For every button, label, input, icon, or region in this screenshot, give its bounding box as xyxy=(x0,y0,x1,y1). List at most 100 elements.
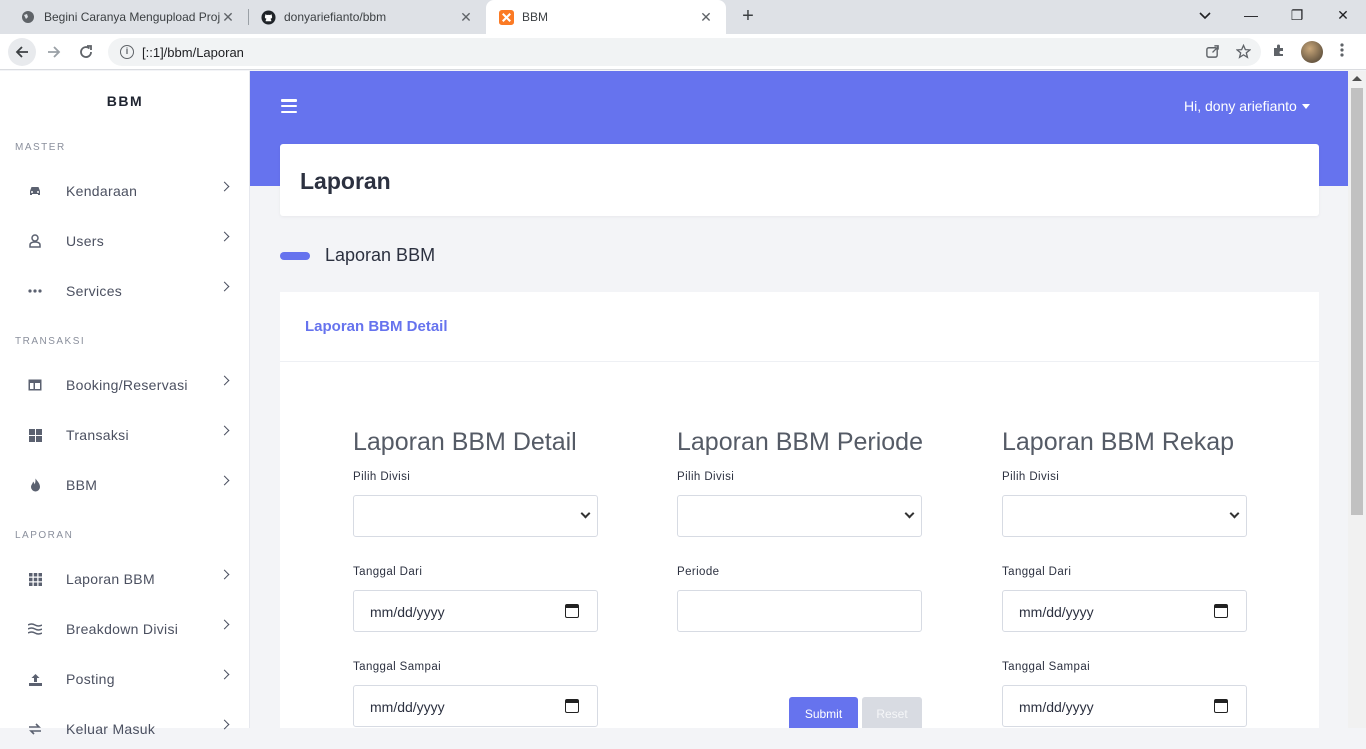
user-icon xyxy=(27,233,43,249)
tanggal-sampai-input[interactable]: mm/dd/yyyy xyxy=(353,685,598,727)
table-icon xyxy=(27,377,43,393)
divisi-label: Pilih Divisi xyxy=(353,471,411,483)
extensions-icon[interactable] xyxy=(1271,42,1287,62)
sidebar-item-label: Booking/Reservasi xyxy=(66,377,188,393)
sidebar: BBM MASTER Kendaraan Users Services TRAN… xyxy=(0,71,250,737)
close-window-button[interactable]: ✕ xyxy=(1320,0,1366,30)
form-title: Laporan BBM Detail xyxy=(353,428,577,456)
calendar-icon[interactable] xyxy=(565,699,579,713)
sidebar-item-breakdown-divisi[interactable]: Breakdown Divisi xyxy=(0,609,250,649)
periode-input[interactable] xyxy=(677,590,922,632)
dots-icon xyxy=(27,283,43,299)
sidebar-item-bbm[interactable]: BBM xyxy=(0,465,250,505)
brand-logo[interactable]: BBM xyxy=(0,93,250,109)
caret-down-icon xyxy=(1301,103,1310,109)
sidebar-item-users[interactable]: Users xyxy=(0,221,250,261)
calendar-icon[interactable] xyxy=(565,604,579,618)
form-title: Laporan BBM Periode xyxy=(677,428,923,456)
restore-button[interactable]: ❐ xyxy=(1274,0,1320,30)
upload-icon xyxy=(27,671,43,687)
sidebar-item-booking[interactable]: Booking/Reservasi xyxy=(0,365,250,405)
browser-tab-bar: Begini Caranya Mengupload Proj ✕ donyari… xyxy=(0,0,1366,34)
sidebar-item-label: Laporan BBM xyxy=(66,571,155,587)
card-header: Laporan BBM Detail xyxy=(280,292,1319,362)
sidebar-item-label: Services xyxy=(66,283,123,299)
user-dropdown[interactable]: Hi, dony ariefianto xyxy=(1184,98,1310,114)
scroll-up-arrow-icon[interactable] xyxy=(1352,76,1362,81)
sidebar-item-label: BBM xyxy=(66,477,98,493)
grid-icon xyxy=(27,571,43,587)
minimize-button[interactable]: — xyxy=(1228,0,1274,30)
tanggal-dari-input[interactable]: mm/dd/yyyy xyxy=(353,590,598,632)
menu-kebab-icon[interactable] xyxy=(1340,42,1344,62)
browser-tab-2[interactable]: donyariefianto/bbm ✕ xyxy=(248,0,486,34)
sidebar-item-label: Keluar Masuk xyxy=(66,721,156,737)
chevron-right-icon xyxy=(219,619,230,630)
divisi-select[interactable] xyxy=(1002,495,1247,537)
divisi-select[interactable] xyxy=(677,495,922,537)
sidebar-item-label: Transaksi xyxy=(66,427,129,443)
close-tab-icon[interactable]: ✕ xyxy=(698,9,714,26)
browser-tab-3[interactable]: BBM ✕ xyxy=(486,0,726,34)
github-icon xyxy=(260,9,276,25)
bookmark-star-icon[interactable] xyxy=(1235,43,1252,62)
sidebar-item-posting[interactable]: Posting xyxy=(0,659,250,699)
back-button[interactable] xyxy=(8,38,36,66)
section-title-transaksi: TRANSAKSI xyxy=(15,336,86,347)
submit-button[interactable]: Submit xyxy=(789,697,858,728)
tanggal-sampai-label: Tanggal Sampai xyxy=(353,661,442,673)
reset-button[interactable]: Reset xyxy=(862,697,922,728)
sidebar-item-transaksi[interactable]: Transaksi xyxy=(0,415,250,455)
chevron-down-icon xyxy=(580,508,591,519)
sidebar-item-keluar-masuk[interactable]: Keluar Masuk xyxy=(0,709,250,749)
address-bar[interactable]: i [::1]/bbm/Laporan xyxy=(108,38,1261,66)
form-detail: Laporan BBM Detail Pilih Divisi Tanggal … xyxy=(353,428,598,727)
section-marker xyxy=(280,252,310,260)
new-tab-button[interactable]: + xyxy=(737,5,759,27)
sidebar-item-services[interactable]: Services xyxy=(0,271,250,311)
close-tab-icon[interactable]: ✕ xyxy=(220,9,236,26)
user-greeting: Hi, dony ariefianto xyxy=(1184,98,1297,114)
page-scrollbar[interactable] xyxy=(1348,71,1366,728)
chevron-right-icon xyxy=(219,569,230,580)
scrollbar-thumb[interactable] xyxy=(1351,88,1363,515)
section-title: Laporan BBM xyxy=(325,245,436,265)
tanggal-dari-label: Tanggal Dari xyxy=(353,566,423,578)
browser-tab-1[interactable]: Begini Caranya Mengupload Proj ✕ xyxy=(8,0,248,34)
profile-avatar[interactable] xyxy=(1301,41,1323,63)
sidebar-item-label: Posting xyxy=(66,671,115,687)
globe-icon xyxy=(20,9,36,25)
tanggal-sampai-input[interactable]: mm/dd/yyyy xyxy=(1002,685,1247,727)
tab-search-icon[interactable] xyxy=(1182,0,1228,30)
divisi-label: Pilih Divisi xyxy=(1002,471,1060,483)
browser-toolbar: i [::1]/bbm/Laporan xyxy=(0,34,1366,70)
calendar-icon[interactable] xyxy=(1214,699,1228,713)
chevron-right-icon xyxy=(219,669,230,680)
sidebar-item-label: Breakdown Divisi xyxy=(66,621,179,637)
chevron-down-icon xyxy=(904,508,915,519)
share-icon[interactable] xyxy=(1205,44,1220,62)
calendar-icon[interactable] xyxy=(1214,604,1228,618)
sidebar-item-label: Users xyxy=(66,233,105,249)
hamburger-menu-icon[interactable] xyxy=(281,99,297,113)
page-title: Laporan xyxy=(300,168,391,194)
layers-icon xyxy=(27,621,43,637)
grid-icon xyxy=(27,427,43,443)
tab-title: Begini Caranya Mengupload Proj xyxy=(44,10,220,24)
url-text: [::1]/bbm/Laporan xyxy=(142,44,244,60)
reload-button[interactable] xyxy=(72,38,100,66)
tanggal-dari-input[interactable]: mm/dd/yyyy xyxy=(1002,590,1247,632)
date-placeholder: mm/dd/yyyy xyxy=(370,604,445,620)
close-tab-icon[interactable]: ✕ xyxy=(458,9,474,26)
section-title-laporan: LAPORAN xyxy=(15,530,74,541)
card-header-title: Laporan BBM Detail xyxy=(305,318,448,335)
chevron-down-icon xyxy=(1229,508,1240,519)
forward-button[interactable] xyxy=(40,38,68,66)
site-info-icon[interactable]: i xyxy=(120,45,134,59)
periode-label: Periode xyxy=(677,566,720,578)
divisi-select[interactable] xyxy=(353,495,598,537)
chevron-right-icon xyxy=(219,375,230,386)
sidebar-item-laporan-bbm[interactable]: Laporan BBM xyxy=(0,559,250,599)
sidebar-item-kendaraan[interactable]: Kendaraan xyxy=(0,171,250,211)
form-title: Laporan BBM Rekap xyxy=(1002,428,1235,456)
